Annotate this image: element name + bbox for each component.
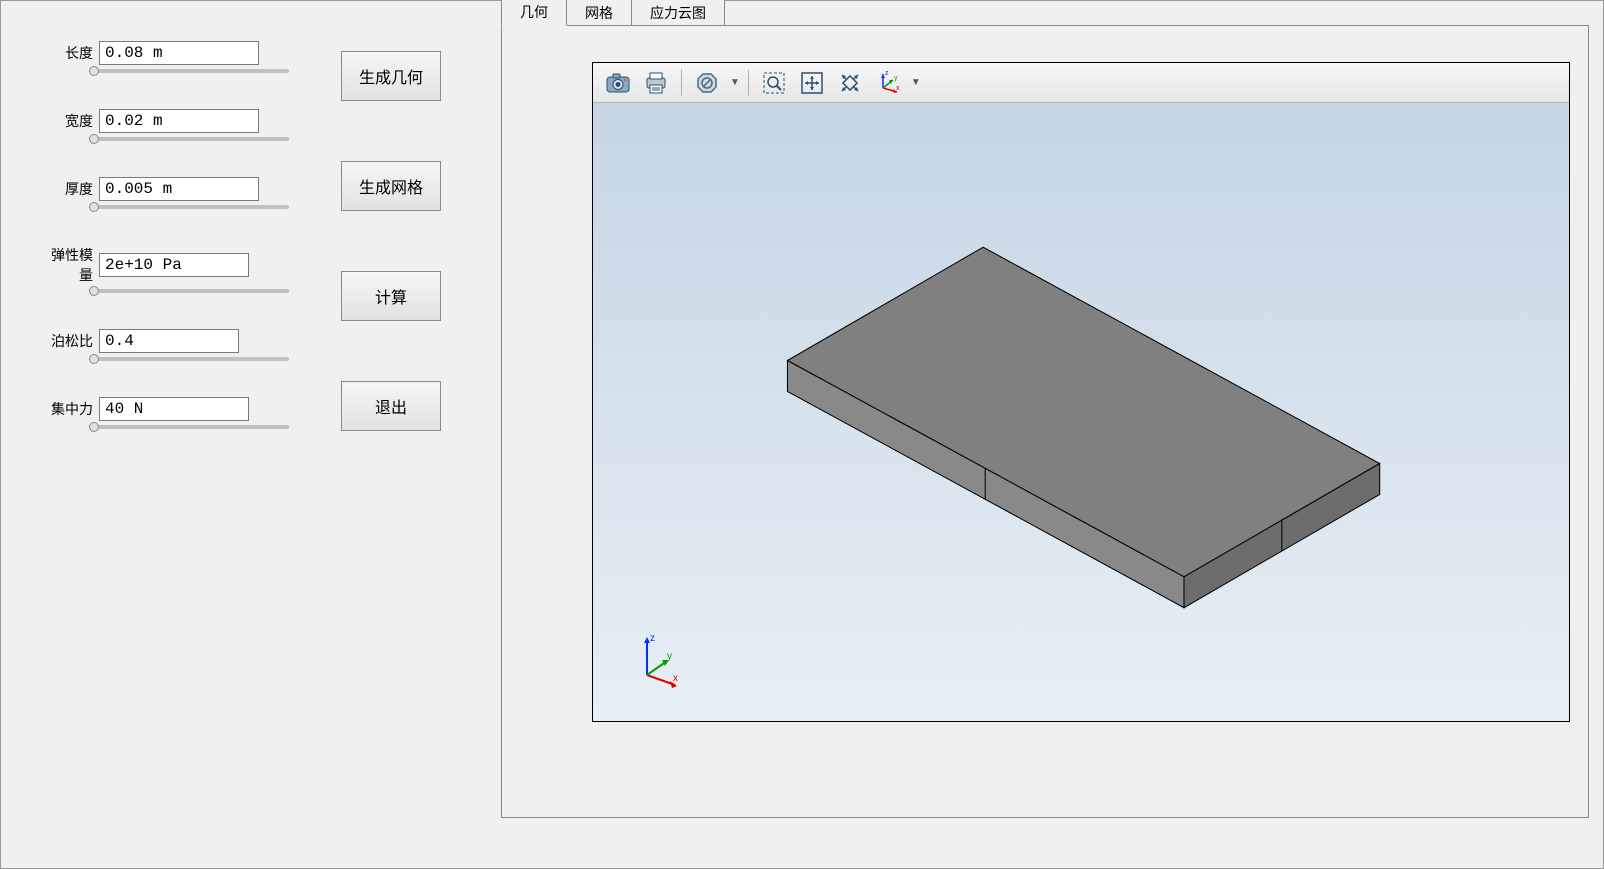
- action-buttons: 生成几何 生成网格 计算 退出: [341, 41, 441, 848]
- generate-mesh-button[interactable]: 生成网格: [341, 161, 441, 211]
- viewport-frame: ▼: [592, 62, 1570, 722]
- left-panel: 长度 宽度 厚度: [1, 1, 501, 868]
- tab-bar: 几何 网格 应力云图: [501, 1, 1589, 25]
- app-window: 长度 宽度 厚度: [0, 0, 1604, 869]
- tab-geometry[interactable]: 几何: [501, 0, 567, 26]
- width-input[interactable]: [99, 109, 259, 133]
- orientation-triad: z x y: [635, 633, 685, 691]
- param-force: 集中力: [41, 397, 291, 431]
- length-slider[interactable]: [89, 69, 289, 73]
- svg-text:z: z: [885, 70, 889, 77]
- viewport-toolbar: ▼: [593, 63, 1569, 103]
- zoom-extents-icon[interactable]: [833, 67, 867, 99]
- emod-slider[interactable]: [89, 289, 289, 293]
- width-label: 宽度: [41, 111, 93, 131]
- no-symbol-icon[interactable]: [690, 67, 724, 99]
- poisson-slider[interactable]: [89, 357, 289, 361]
- right-panel: 几何 网格 应力云图: [501, 1, 1603, 868]
- poisson-input[interactable]: [99, 329, 239, 353]
- slab-geometry: [593, 103, 1569, 721]
- print-icon[interactable]: [639, 67, 673, 99]
- length-input[interactable]: [99, 41, 259, 65]
- dropdown-caret-icon[interactable]: ▼: [730, 77, 740, 88]
- triad-y-label: y: [667, 651, 672, 662]
- tab-contour[interactable]: 应力云图: [631, 0, 725, 26]
- triad-x-label: x: [673, 673, 678, 684]
- force-slider[interactable]: [89, 425, 289, 429]
- length-label: 长度: [41, 43, 93, 63]
- force-label: 集中力: [41, 399, 93, 419]
- main-area: 长度 宽度 厚度: [1, 1, 1603, 868]
- param-length: 长度: [41, 41, 291, 75]
- thickness-slider[interactable]: [89, 205, 289, 209]
- param-emod: 弹性模量: [41, 245, 291, 295]
- parameters-column: 长度 宽度 厚度: [41, 41, 291, 848]
- svg-text:y: y: [894, 75, 898, 82]
- tab-mesh[interactable]: 网格: [566, 0, 632, 26]
- camera-icon[interactable]: [601, 67, 635, 99]
- exit-button[interactable]: 退出: [341, 381, 441, 431]
- tab-content: ▼: [501, 25, 1589, 818]
- toolbar-separator: [681, 70, 682, 96]
- svg-text:x: x: [896, 85, 900, 92]
- thickness-input[interactable]: [99, 177, 259, 201]
- toolbar-separator: [748, 70, 749, 96]
- emod-label: 弹性模量: [41, 245, 93, 285]
- axes-orient-icon[interactable]: z y x: [871, 67, 905, 99]
- width-slider[interactable]: [89, 137, 289, 141]
- generate-geometry-button[interactable]: 生成几何: [341, 51, 441, 101]
- param-thickness: 厚度: [41, 177, 291, 211]
- param-width: 宽度: [41, 109, 291, 143]
- force-input[interactable]: [99, 397, 249, 421]
- compute-button[interactable]: 计算: [341, 271, 441, 321]
- param-poisson: 泊松比: [41, 329, 291, 363]
- thickness-label: 厚度: [41, 179, 93, 199]
- viewport-3d[interactable]: z x y: [593, 103, 1569, 721]
- poisson-label: 泊松比: [41, 331, 93, 351]
- dropdown-caret-icon[interactable]: ▼: [911, 77, 921, 88]
- triad-z-label: z: [650, 633, 655, 644]
- emod-input[interactable]: [99, 253, 249, 277]
- zoom-box-icon[interactable]: [757, 67, 791, 99]
- fit-view-icon[interactable]: [795, 67, 829, 99]
